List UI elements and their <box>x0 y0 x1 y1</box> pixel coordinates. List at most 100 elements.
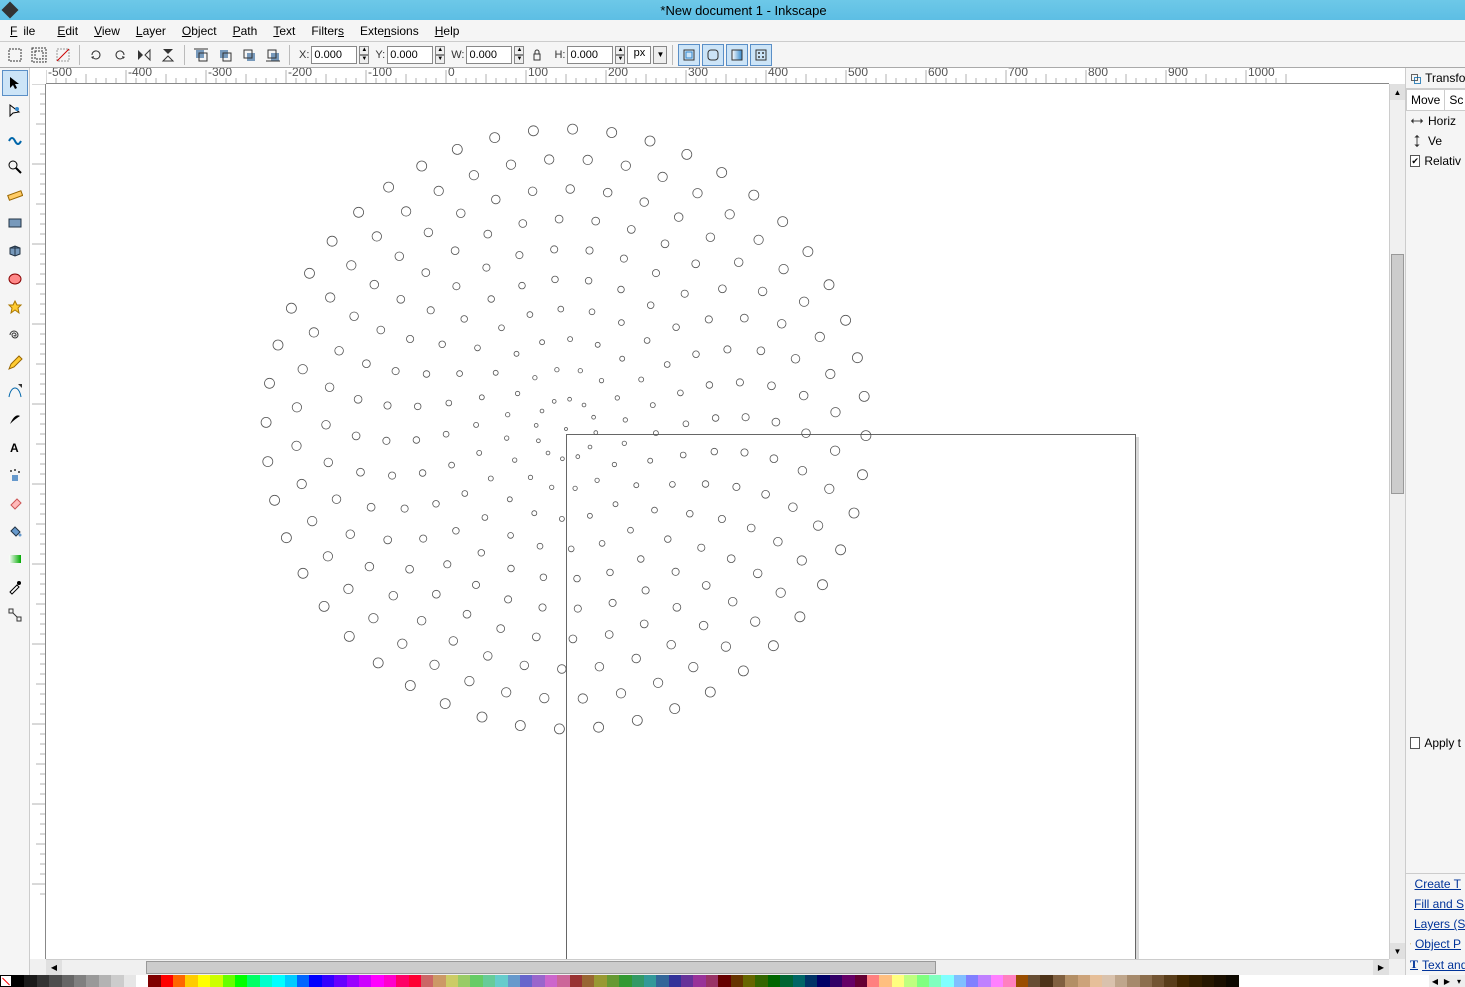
menu-help[interactable]: Help <box>429 22 466 40</box>
color-swatch[interactable] <box>446 975 458 987</box>
color-swatch[interactable] <box>495 975 507 987</box>
affect-gradient-toggle[interactable] <box>726 44 748 66</box>
spray-tool-icon[interactable] <box>2 462 28 488</box>
color-swatch[interactable] <box>855 975 867 987</box>
menu-layer[interactable]: Layer <box>130 22 172 40</box>
menu-object[interactable]: Object <box>176 22 223 40</box>
color-swatch[interactable] <box>161 975 173 987</box>
rect-tool-icon[interactable] <box>2 210 28 236</box>
color-swatch[interactable] <box>86 975 98 987</box>
deselect-icon[interactable] <box>52 44 74 66</box>
color-swatch[interactable] <box>1115 975 1127 987</box>
color-swatch[interactable] <box>991 975 1003 987</box>
relative-checkbox[interactable]: ✔ Relativ <box>1406 151 1465 171</box>
color-swatch[interactable] <box>879 975 891 987</box>
color-swatch[interactable] <box>817 975 829 987</box>
h-spinner[interactable]: ▲▼ <box>615 46 625 64</box>
hscroll-thumb[interactable] <box>146 961 936 974</box>
color-swatch[interactable] <box>210 975 222 987</box>
vertical-scrollbar[interactable]: ▲ ▼ <box>1389 84 1405 959</box>
color-swatch[interactable] <box>1040 975 1052 987</box>
no-color-swatch[interactable] <box>0 975 12 987</box>
flip-v-icon[interactable] <box>157 44 179 66</box>
color-swatch[interactable] <box>74 975 86 987</box>
color-swatch[interactable] <box>458 975 470 987</box>
dropper-tool-icon[interactable] <box>2 574 28 600</box>
color-swatch[interactable] <box>421 975 433 987</box>
color-swatch[interactable] <box>297 975 309 987</box>
color-swatch[interactable] <box>693 975 705 987</box>
color-swatch[interactable] <box>545 975 557 987</box>
eraser-tool-icon[interactable] <box>2 490 28 516</box>
menu-path[interactable]: Path <box>227 22 264 40</box>
color-swatch[interactable] <box>929 975 941 987</box>
x-spinner[interactable]: ▲▼ <box>359 46 369 64</box>
color-swatch[interactable] <box>1164 975 1176 987</box>
unit-dropdown-icon[interactable]: ▼ <box>653 46 667 64</box>
color-swatch[interactable] <box>557 975 569 987</box>
color-swatch[interactable] <box>1003 975 1015 987</box>
w-spinner[interactable]: ▲▼ <box>514 46 524 64</box>
link-layers[interactable]: Layers (S <box>1406 914 1465 934</box>
vert-option[interactable]: Ve <box>1406 131 1465 151</box>
color-swatch[interactable] <box>1028 975 1040 987</box>
color-swatch[interactable] <box>1102 975 1114 987</box>
tweak-tool-icon[interactable] <box>2 126 28 152</box>
color-swatch[interactable] <box>371 975 383 987</box>
apply-checkbox[interactable]: Apply t <box>1406 733 1465 753</box>
color-swatch[interactable] <box>148 975 160 987</box>
color-swatch[interactable] <box>223 975 235 987</box>
color-swatch[interactable] <box>1189 975 1201 987</box>
color-swatch[interactable] <box>1127 975 1139 987</box>
select-all-icon[interactable] <box>28 44 50 66</box>
color-swatch[interactable] <box>978 975 990 987</box>
h-input[interactable] <box>567 46 613 64</box>
color-swatch[interactable] <box>532 975 544 987</box>
affect-stroke-toggle[interactable] <box>678 44 700 66</box>
color-swatch[interactable] <box>743 975 755 987</box>
color-swatch[interactable] <box>520 975 532 987</box>
flip-h-icon[interactable] <box>133 44 155 66</box>
color-swatch[interactable] <box>619 975 631 987</box>
menu-extensions[interactable]: Extensions <box>354 22 425 40</box>
color-swatch[interactable] <box>173 975 185 987</box>
lower-bottom-icon[interactable] <box>262 44 284 66</box>
color-swatch[interactable] <box>892 975 904 987</box>
menu-filters[interactable]: Filters <box>305 22 350 40</box>
color-swatch[interactable] <box>433 975 445 987</box>
scroll-left-icon[interactable]: ◀ <box>46 960 62 975</box>
pencil-tool-icon[interactable] <box>2 350 28 376</box>
color-swatch[interactable] <box>1090 975 1102 987</box>
color-swatch[interactable] <box>111 975 123 987</box>
rotate-ccw-icon[interactable] <box>85 44 107 66</box>
rotate-cw-icon[interactable] <box>109 44 131 66</box>
color-swatch[interactable] <box>24 975 36 987</box>
color-swatch[interactable] <box>359 975 371 987</box>
menu-edit[interactable]: Edit <box>51 22 84 40</box>
scroll-up-icon[interactable]: ▲ <box>1390 84 1405 100</box>
affect-corners-toggle[interactable] <box>702 44 724 66</box>
text-tool-icon[interactable]: A <box>2 434 28 460</box>
link-create-tiles[interactable]: Create T <box>1406 874 1465 894</box>
color-swatch[interactable] <box>272 975 284 987</box>
menu-text[interactable]: Text <box>267 22 301 40</box>
scroll-right-icon[interactable]: ▶ <box>1373 960 1389 975</box>
color-swatch[interactable] <box>966 975 978 987</box>
color-swatch[interactable] <box>718 975 730 987</box>
measure-tool-icon[interactable] <box>2 182 28 208</box>
w-input[interactable] <box>466 46 512 64</box>
calligraphy-tool-icon[interactable] <box>2 406 28 432</box>
menu-file[interactable]: File <box>4 22 47 40</box>
color-swatch[interactable] <box>867 975 879 987</box>
color-swatch[interactable] <box>470 975 482 987</box>
lock-aspect-icon[interactable] <box>526 44 548 66</box>
color-swatch[interactable] <box>384 975 396 987</box>
zoom-tool-icon[interactable] <box>2 154 28 180</box>
color-swatch[interactable] <box>768 975 780 987</box>
color-swatch[interactable] <box>793 975 805 987</box>
affect-pattern-toggle[interactable] <box>750 44 772 66</box>
canvas[interactable] <box>46 84 1389 959</box>
menu-view[interactable]: View <box>88 22 126 40</box>
unit-select[interactable]: px <box>627 46 651 64</box>
color-swatch[interactable] <box>1177 975 1189 987</box>
